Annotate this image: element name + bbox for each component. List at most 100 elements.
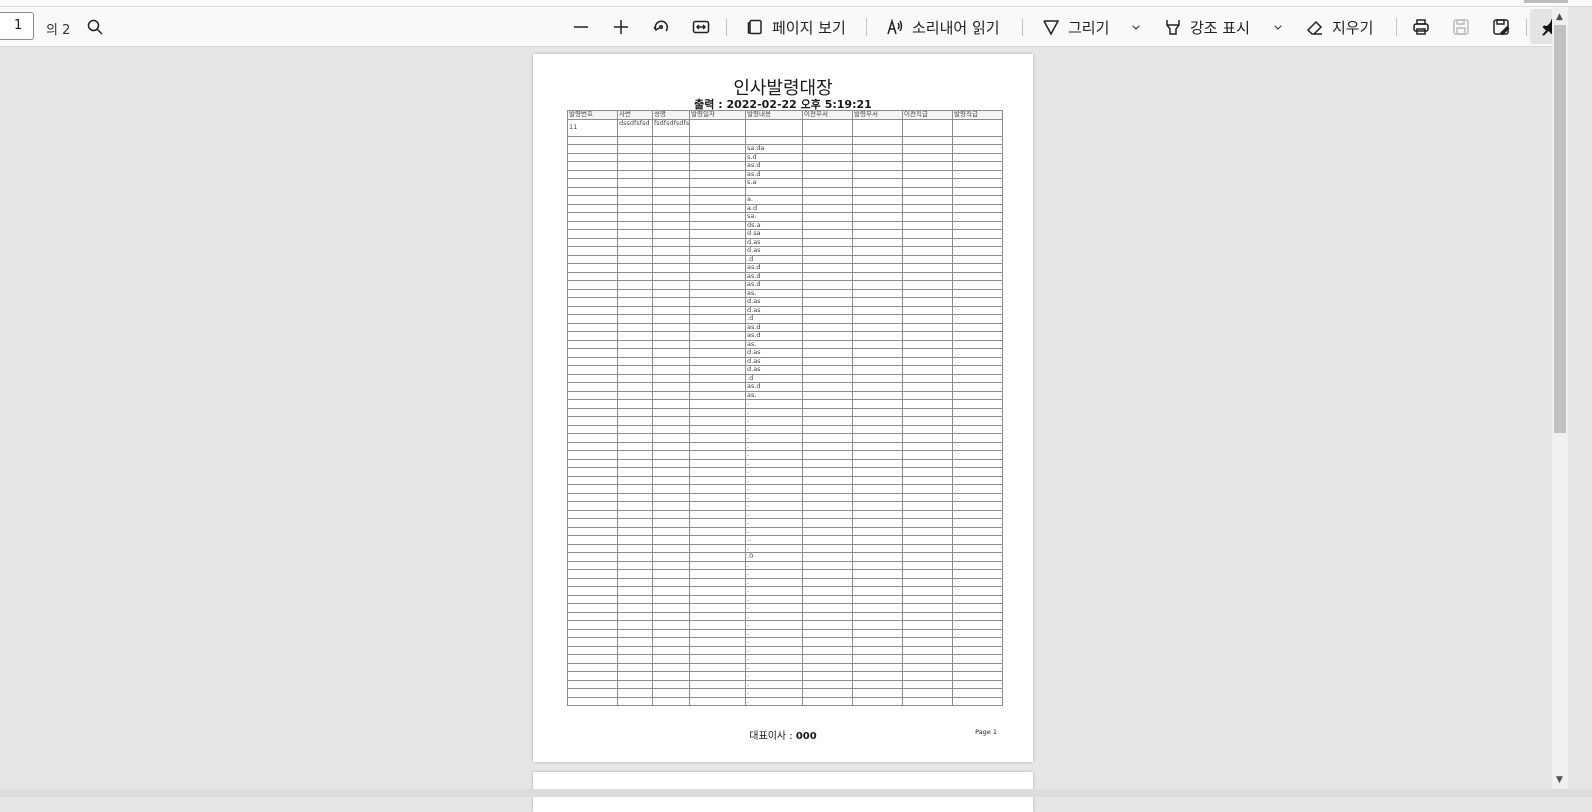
table-cell — [952, 518, 1003, 528]
table-cell — [902, 118, 953, 137]
table-cell — [852, 433, 903, 443]
table-cell — [567, 348, 618, 358]
table-cell — [802, 212, 853, 222]
print-button[interactable] — [1412, 11, 1430, 43]
table-cell — [852, 161, 903, 171]
draw-button[interactable]: 그리기 — [1042, 11, 1109, 43]
zoom-out-button[interactable] — [572, 11, 590, 43]
fit-width-button[interactable] — [692, 11, 710, 43]
table-cell — [802, 322, 853, 332]
table-cell — [802, 288, 853, 298]
table-row: . — [567, 475, 1003, 485]
table-cell — [802, 535, 853, 545]
column-header: 성명 — [652, 110, 690, 120]
search-button[interactable] — [86, 11, 104, 43]
scroll-up-arrow-icon[interactable]: ▲ — [1556, 12, 1563, 22]
table-cell — [617, 594, 653, 604]
table-cell — [652, 569, 690, 579]
save-button[interactable] — [1452, 11, 1470, 43]
table-cell: sa.da — [745, 144, 803, 154]
column-header: 사번 — [617, 110, 653, 120]
table-cell — [652, 416, 690, 426]
table-cell — [802, 654, 853, 664]
read-aloud-button[interactable]: 소리내어 읽기 — [886, 11, 1000, 43]
scrollbar-thumb[interactable] — [1554, 25, 1566, 433]
table-row: . — [567, 467, 1003, 477]
table-cell — [952, 203, 1003, 213]
highlight-button[interactable]: 강조 표시 — [1164, 11, 1250, 43]
draw-options-dropdown[interactable] — [1130, 11, 1142, 43]
table-row: as.d — [567, 161, 1003, 171]
table-cell: .. — [745, 535, 803, 545]
table-cell — [952, 620, 1003, 630]
table-cell — [902, 339, 953, 349]
table-cell: . — [745, 679, 803, 689]
chevron-down-icon — [1132, 25, 1140, 30]
table-cell — [952, 492, 1003, 502]
table-cell — [652, 441, 690, 451]
table-row: . — [567, 526, 1003, 536]
table-cell — [852, 509, 903, 519]
table-cell — [952, 569, 1003, 579]
table-cell — [689, 212, 746, 222]
table-row: . — [567, 518, 1003, 528]
table-row: . — [567, 543, 1003, 553]
table-cell — [802, 390, 853, 400]
table-row: . — [567, 688, 1003, 698]
table-cell — [802, 373, 853, 383]
table-cell — [689, 297, 746, 307]
table-cell — [689, 203, 746, 213]
table-cell — [952, 186, 1003, 196]
table-cell — [802, 399, 853, 409]
table-cell — [902, 611, 953, 621]
save-as-button[interactable] — [1492, 11, 1510, 43]
highlight-options-dropdown[interactable] — [1272, 11, 1284, 43]
table-cell — [952, 484, 1003, 494]
table-cell: as.d — [745, 382, 803, 392]
table-cell — [852, 263, 903, 273]
table-row: d.as — [567, 297, 1003, 307]
vertical-scrollbar[interactable]: ▲ ▼ — [1552, 7, 1568, 789]
table-cell — [802, 348, 853, 358]
page-view-button[interactable]: 페이지 보기 — [746, 11, 846, 43]
table-cell — [745, 135, 803, 145]
eraser-icon — [1306, 20, 1323, 35]
table-cell — [617, 552, 653, 562]
table-cell — [689, 135, 746, 145]
table-cell — [902, 288, 953, 298]
table-cell: d.as — [745, 356, 803, 366]
table-cell — [652, 501, 690, 511]
table-cell — [952, 671, 1003, 681]
table-cell: . — [745, 688, 803, 698]
table-cell — [852, 458, 903, 468]
table-cell — [689, 195, 746, 205]
zoom-in-button[interactable] — [612, 11, 630, 43]
table-cell: . — [745, 662, 803, 672]
table-cell: as. — [745, 390, 803, 400]
table-cell — [802, 552, 853, 562]
table-cell: as. — [745, 339, 803, 349]
page-number-input[interactable]: 1 — [0, 12, 34, 40]
table-row: d.sa — [567, 229, 1003, 239]
table-cell: . — [745, 416, 803, 426]
table-cell — [689, 399, 746, 409]
table-cell — [689, 416, 746, 426]
table-cell — [802, 628, 853, 638]
scroll-down-arrow-icon[interactable]: ▼ — [1556, 775, 1563, 785]
table-row: as.d — [567, 331, 1003, 341]
rotate-button[interactable] — [652, 11, 670, 43]
table-cell — [567, 543, 618, 553]
table-cell — [852, 271, 903, 281]
table-cell — [902, 220, 953, 230]
table-row: . — [567, 509, 1003, 519]
table-cell — [652, 339, 690, 349]
table-cell — [902, 186, 953, 196]
draw-label: 그리기 — [1068, 18, 1110, 37]
table-cell — [802, 152, 853, 162]
table-cell — [952, 161, 1003, 171]
toolbar-separator — [1022, 18, 1023, 36]
table-cell — [952, 424, 1003, 434]
table-cell — [652, 535, 690, 545]
table-cell — [689, 424, 746, 434]
erase-button[interactable]: 지우기 — [1306, 11, 1373, 43]
